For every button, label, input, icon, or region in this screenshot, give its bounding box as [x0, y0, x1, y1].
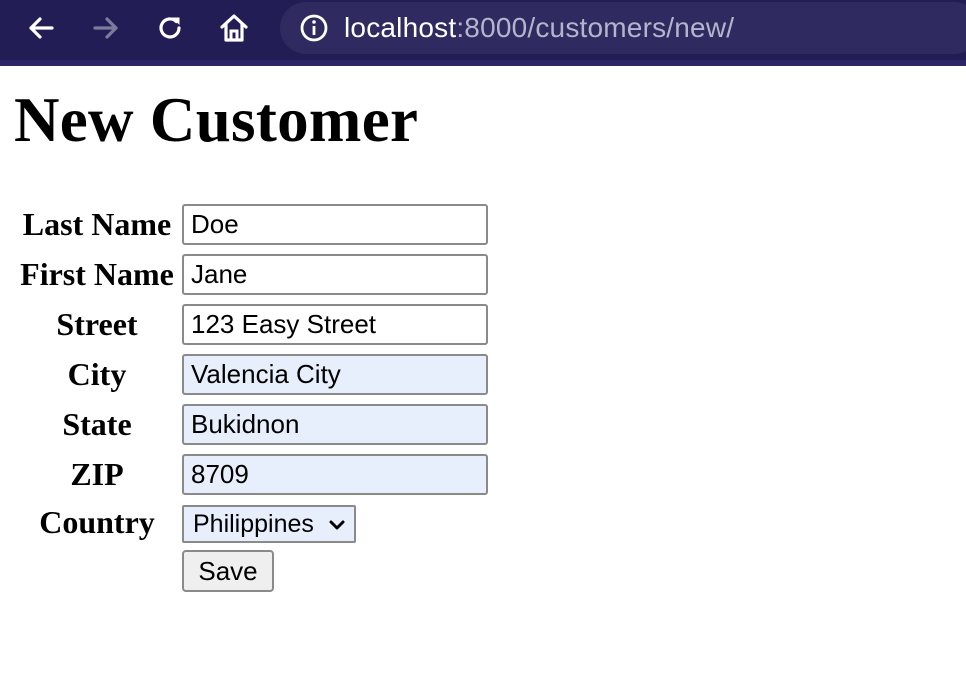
save-button[interactable]: Save	[182, 550, 274, 592]
country-selected-value: Philippines	[193, 509, 314, 538]
first-name-input[interactable]	[182, 254, 488, 295]
forward-arrow-icon	[93, 17, 118, 39]
city-label: City	[67, 356, 127, 392]
url-path: :8000/customers/new/	[456, 12, 735, 43]
browser-toolbar: localhost:8000/customers/new/	[0, 0, 966, 66]
state-label: State	[62, 406, 132, 442]
street-input[interactable]	[182, 304, 488, 345]
street-label: Street	[56, 306, 138, 342]
url-host: localhost	[344, 12, 457, 43]
forward-button[interactable]	[86, 10, 126, 46]
zip-input[interactable]	[182, 454, 488, 495]
address-bar[interactable]: localhost:8000/customers/new/	[280, 2, 966, 54]
zip-label: ZIP	[70, 456, 124, 492]
reload-button[interactable]	[150, 10, 190, 46]
chevron-down-icon	[329, 520, 345, 530]
home-icon	[220, 14, 248, 42]
home-button[interactable]	[214, 10, 254, 46]
back-button[interactable]	[21, 10, 61, 46]
page-title: New Customer	[14, 85, 419, 155]
country-label: Country	[39, 504, 155, 540]
info-icon[interactable]	[298, 12, 330, 44]
last-name-input[interactable]	[182, 204, 488, 245]
back-arrow-icon	[29, 17, 54, 39]
first-name-label: First Name	[20, 256, 174, 292]
reload-icon	[159, 17, 181, 39]
state-input[interactable]	[182, 404, 488, 445]
city-input[interactable]	[182, 354, 488, 395]
last-name-label: Last Name	[22, 206, 172, 242]
country-select[interactable]: Philippines	[182, 505, 356, 543]
url-text: localhost:8000/customers/new/	[344, 12, 734, 44]
